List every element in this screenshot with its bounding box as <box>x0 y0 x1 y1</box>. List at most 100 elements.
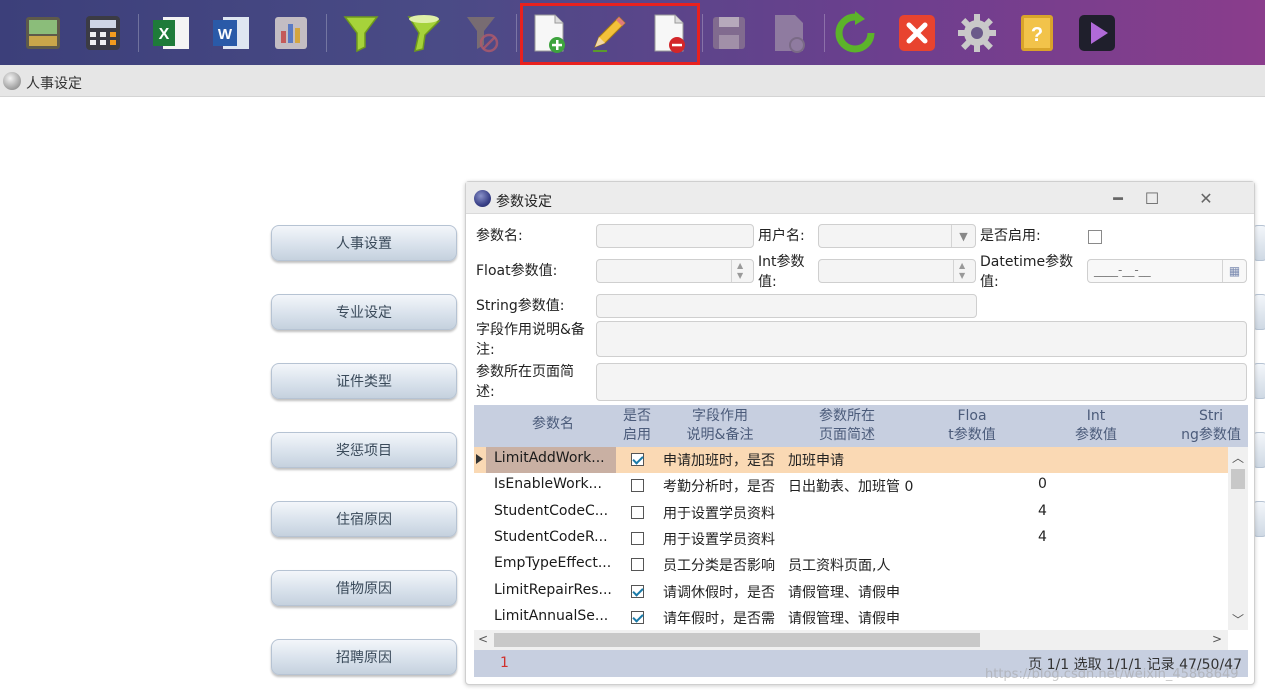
checked-checkbox[interactable] <box>631 584 644 598</box>
cell-param-name[interactable]: EmpTypeEffect... <box>494 555 612 571</box>
exit-icon[interactable] <box>1074 10 1120 56</box>
cell-param-name[interactable]: LimitAnnualSe... <box>494 608 612 624</box>
col-header-enabled[interactable]: 是否 启用 <box>614 407 660 445</box>
table-row[interactable]: LimitRepairRes... 请调休假时，是否 请假管理、请假申 <box>474 579 1228 605</box>
major-setting-button[interactable]: 专业设定 <box>271 294 457 330</box>
cell-page[interactable]: 员工资料页面,人 <box>788 555 924 575</box>
int-spinner[interactable]: ▲ ▼ <box>953 260 975 282</box>
cell-remark[interactable]: 考勤分析时，是否 <box>663 476 783 496</box>
funnel-disabled-icon[interactable] <box>458 10 504 56</box>
datetime-value-label: Datetime参数 <box>980 254 1074 270</box>
borrow-reason-button[interactable]: 借物原因 <box>271 570 457 606</box>
cell-remark[interactable]: 申请加班时，是否 <box>663 450 783 470</box>
checked-checkbox[interactable] <box>631 610 644 624</box>
dorm-reason-button[interactable]: 住宿原因 <box>271 501 457 537</box>
float-value-input[interactable]: ▲ ▼ <box>596 259 754 283</box>
cell-page[interactable]: 日出勤表、加班管 0 <box>788 476 924 496</box>
cell-remark[interactable]: 请调休假时，是否 <box>663 582 783 602</box>
col-header-string[interactable]: Stri ng参数值 <box>1166 407 1248 445</box>
cell-page[interactable]: 请假管理、请假申 <box>788 582 924 602</box>
chevron-down-icon[interactable]: ▼ <box>951 225 975 247</box>
cell-int[interactable]: 4 <box>1038 529 1138 545</box>
table-row[interactable]: StudentCodeR... 用于设置学员资料 4 <box>474 526 1228 552</box>
float-spinner[interactable]: ▲ ▼ <box>731 260 753 282</box>
page-number-link[interactable]: 1 <box>500 655 509 671</box>
cell-remark[interactable]: 员工分类是否影响 <box>663 555 783 575</box>
recruit-reason-button[interactable]: 招聘原因 <box>271 639 457 675</box>
param-name-label: 参数名: <box>476 228 523 244</box>
vertical-scroll-thumb[interactable] <box>1231 469 1245 489</box>
unchecked-checkbox[interactable] <box>631 505 644 519</box>
undo-record-icon[interactable] <box>766 10 812 56</box>
col-header-page[interactable]: 参数所在 页面简述 <box>790 407 904 445</box>
horizontal-scrollbar[interactable]: < > <box>474 630 1228 650</box>
cell-remark[interactable]: 用于设置学员资料 <box>663 503 783 523</box>
horizontal-scroll-thumb[interactable] <box>494 633 980 647</box>
table-row[interactable]: EmpTypeEffect... 员工分类是否影响 员工资料页面,人 <box>474 552 1228 578</box>
cell-param-name[interactable]: LimitRepairRes... <box>494 582 612 598</box>
enabled-checkbox[interactable] <box>1088 230 1102 244</box>
cell-param-name[interactable]: LimitAddWork... <box>494 450 612 466</box>
calendar-icon[interactable]: ▦ <box>1222 260 1246 282</box>
cell-int[interactable]: 4 <box>1038 503 1138 519</box>
cell-param-name[interactable]: IsEnableWork... <box>494 476 612 492</box>
cell-remark[interactable]: 请年假时，是否需 <box>663 608 783 628</box>
refresh-icon[interactable] <box>832 10 878 56</box>
scroll-right-icon[interactable]: > <box>1212 632 1222 646</box>
datetime-value-input[interactable]: ____-__-__ ▦ <box>1087 259 1247 283</box>
user-name-select[interactable]: ▼ <box>818 224 976 248</box>
int-value-input[interactable]: ▲ ▼ <box>818 259 976 283</box>
certificate-type-button[interactable]: 证件类型 <box>271 363 457 399</box>
funnel-clear-icon[interactable] <box>398 10 444 56</box>
scroll-up-icon[interactable]: ︿ <box>1232 449 1244 466</box>
scroll-down-icon[interactable]: ﹀ <box>1232 611 1244 628</box>
cell-remark[interactable]: 用于设置学员资料 <box>663 529 783 549</box>
excel-icon[interactable]: X <box>148 10 194 56</box>
col-header-int[interactable]: Int 参数值 <box>1036 407 1156 445</box>
help-icon[interactable]: ? <box>1014 10 1060 56</box>
personnel-setting-button[interactable]: 人事设置 <box>271 225 457 261</box>
close-dialog-icon[interactable]: ✕ <box>1194 186 1218 210</box>
remark-textarea[interactable] <box>596 321 1247 357</box>
table-row[interactable]: IsEnableWork... 考勤分析时，是否 日出勤表、加班管 0 0 <box>474 473 1228 499</box>
scroll-left-icon[interactable]: < <box>478 632 488 646</box>
page-desc-textarea[interactable] <box>596 363 1247 401</box>
funnel-icon[interactable] <box>338 10 384 56</box>
param-name-input[interactable] <box>596 224 754 248</box>
minimize-icon[interactable]: ━ <box>1106 186 1130 210</box>
dialog-title-bar[interactable]: 参数设定 ━ ☐ ✕ <box>466 182 1254 214</box>
close-icon[interactable] <box>894 10 940 56</box>
cell-param-name[interactable]: StudentCodeC... <box>494 503 612 519</box>
word-icon[interactable]: W <box>208 10 254 56</box>
report-chart-icon[interactable] <box>268 10 314 56</box>
unchecked-checkbox[interactable] <box>631 558 644 572</box>
row-pointer-icon <box>476 454 483 464</box>
vertical-scrollbar[interactable]: ︿ ﹀ <box>1228 447 1248 630</box>
table-row[interactable]: LimitAddWork... 申请加班时，是否 加班申请 <box>474 447 1228 473</box>
cell-page[interactable]: 请假管理、请假申 <box>788 608 924 628</box>
col-header-param-name[interactable]: 参数名 <box>494 415 612 434</box>
col-header-float[interactable]: Floa t参数值 <box>914 407 1030 445</box>
checked-checkbox[interactable] <box>631 453 644 466</box>
datetime-value-label-cont: 值: <box>980 274 999 290</box>
unchecked-checkbox[interactable] <box>631 479 644 493</box>
save-icon[interactable] <box>706 10 752 56</box>
calculator-icon[interactable] <box>80 10 126 56</box>
unchecked-checkbox[interactable] <box>631 531 644 545</box>
settings-icon[interactable] <box>954 10 1000 56</box>
cell-int[interactable]: 0 <box>1038 476 1138 492</box>
edit-record-icon[interactable] <box>586 10 632 56</box>
table-row[interactable]: StudentCodeC... 用于设置学员资料 4 <box>474 500 1228 526</box>
reward-punish-button[interactable]: 奖惩项目 <box>271 432 457 468</box>
add-record-icon[interactable] <box>526 10 572 56</box>
cell-param-name[interactable]: StudentCodeR... <box>494 529 612 545</box>
string-value-input[interactable] <box>596 294 977 318</box>
watermark-text: https://blog.csdn.net/weixin_45868649 <box>985 667 1239 682</box>
delete-record-icon[interactable] <box>646 10 692 56</box>
maximize-icon[interactable]: ☐ <box>1140 186 1164 210</box>
cell-page[interactable]: 加班申请 <box>788 450 924 470</box>
tab-personnel-settings[interactable]: 人事设定 <box>26 73 82 93</box>
cabinet-icon[interactable] <box>20 10 66 56</box>
table-row[interactable]: LimitAnnualSe... 请年假时，是否需 请假管理、请假申 <box>474 605 1228 631</box>
col-header-remark[interactable]: 字段作用 说明&备注 <box>662 407 778 445</box>
